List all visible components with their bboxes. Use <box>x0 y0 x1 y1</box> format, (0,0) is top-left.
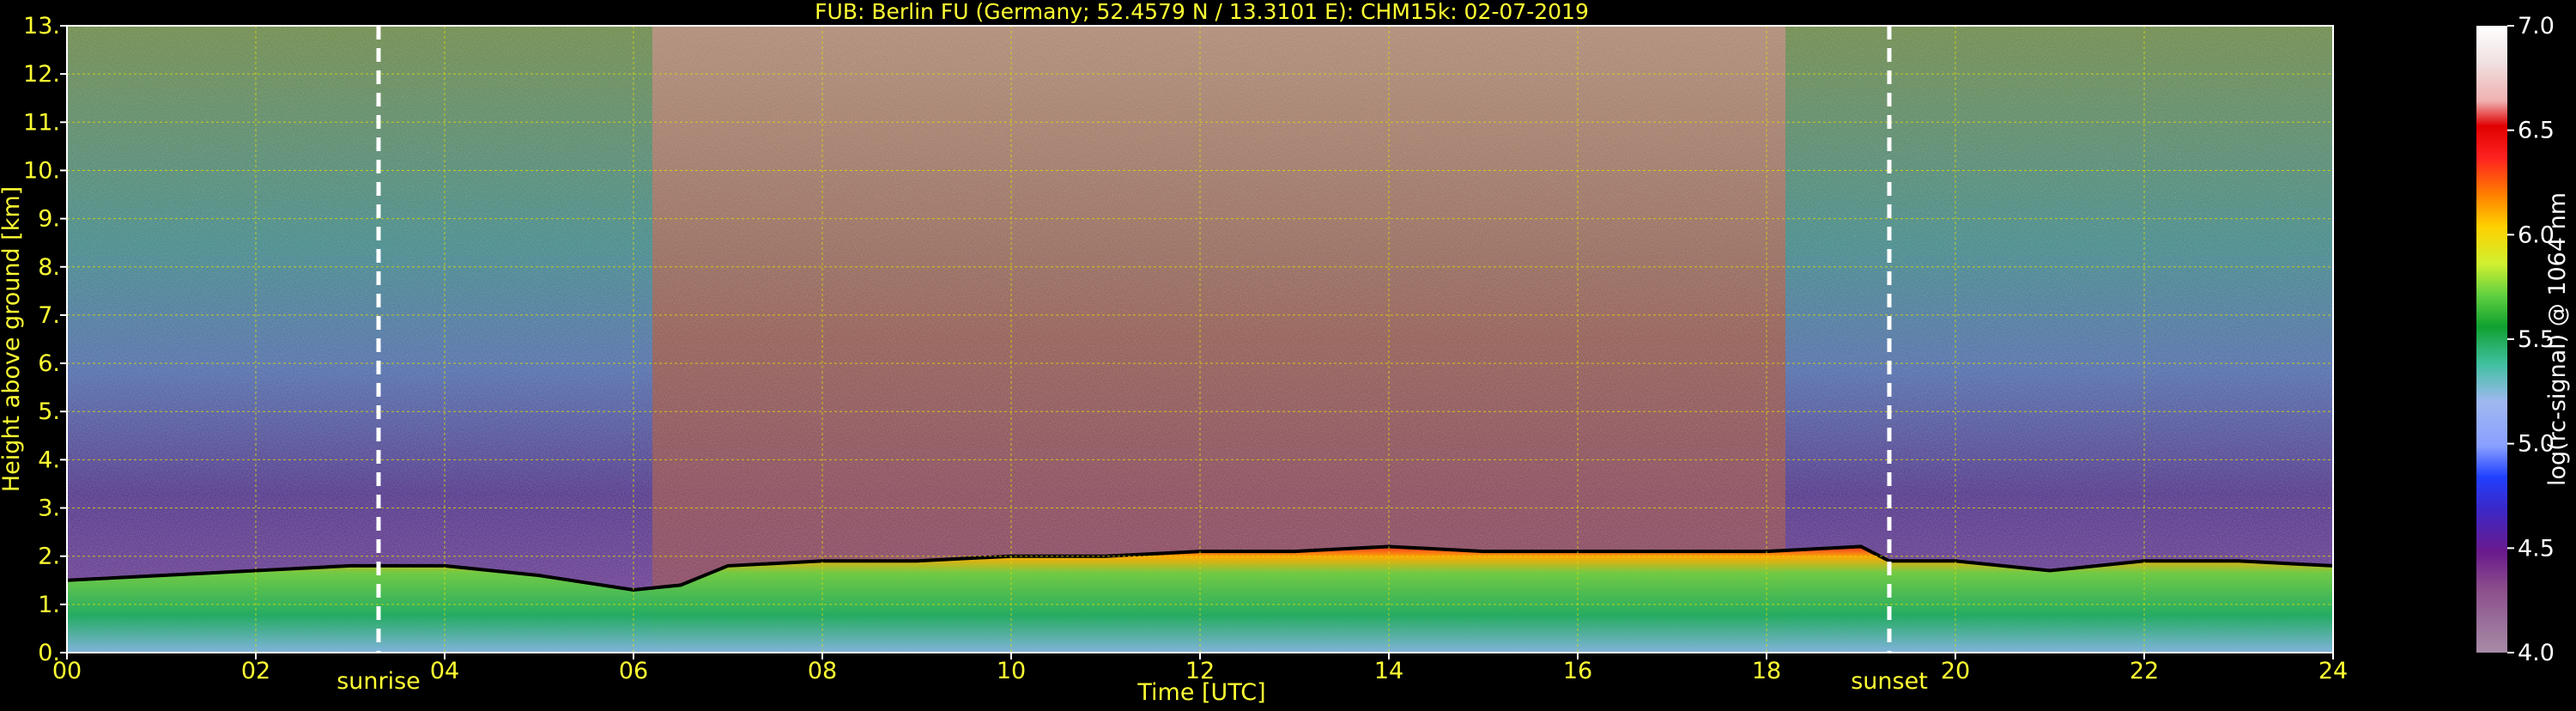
x-tick-label: 08 <box>808 658 837 684</box>
y-tick-label: 2. <box>38 544 60 570</box>
colorbar: 4.04.55.05.56.06.57.0 log(rc-signal) @ 1… <box>2476 13 2571 666</box>
x-tick-label: 20 <box>1941 658 1970 684</box>
x-tick-label: 14 <box>1374 658 1403 684</box>
colorbar-tick-label: 6.5 <box>2518 118 2555 144</box>
x-tick-label: 10 <box>997 658 1026 684</box>
colorbar-gradient <box>2476 26 2507 653</box>
colorbar-tick-label: 4.0 <box>2518 640 2555 666</box>
y-tick-label: 7. <box>38 302 60 329</box>
x-tick-label: 24 <box>2318 658 2348 684</box>
x-tick-label: 02 <box>241 658 270 684</box>
x-tick-label: 22 <box>2130 658 2159 684</box>
y-tick-label: 1. <box>38 592 60 618</box>
colorbar-tick-label: 7.0 <box>2518 13 2555 40</box>
y-tick-label: 6. <box>38 350 60 377</box>
x-tick-label: 16 <box>1563 658 1592 684</box>
y-tick-label: 0. <box>38 640 60 666</box>
y-axis-label: Height above ground [km] <box>0 186 25 492</box>
x-tick-label: 18 <box>1752 658 1781 684</box>
x-axis-label: Time [UTC] <box>1136 679 1265 706</box>
y-tick-label: 3. <box>38 495 60 522</box>
x-tick-label: 06 <box>619 658 648 684</box>
colorbar-tick-label: 4.5 <box>2518 535 2555 562</box>
y-tick-label: 4. <box>38 447 60 473</box>
ceilometer-chart: sunrise sunset 00 02 04 06 08 10 12 14 16 18 20 22 24… <box>0 0 2571 706</box>
chart-container: sunrise sunset 00 02 04 06 08 10 12 14 16 18 20 22 24… <box>0 0 2576 708</box>
y-tick-label: 9. <box>38 206 60 233</box>
y-tick-label: 5. <box>38 398 60 425</box>
x-tick-label: 04 <box>430 658 459 684</box>
y-tick-label: 8. <box>38 254 60 281</box>
sunrise-label: sunrise <box>336 668 421 695</box>
chart-title: FUB: Berlin FU (Germany; 52.4579 N / 13.… <box>815 0 1589 24</box>
y-tick-label: 12. <box>23 61 60 88</box>
sunset-label: sunset <box>1851 668 1928 695</box>
y-tick-label: 13. <box>23 13 60 40</box>
y-tick-label: 11. <box>23 109 60 136</box>
y-tick-label: 10. <box>23 157 60 184</box>
colorbar-label: log(rc-signal) @ 1064 nm <box>2544 192 2571 486</box>
